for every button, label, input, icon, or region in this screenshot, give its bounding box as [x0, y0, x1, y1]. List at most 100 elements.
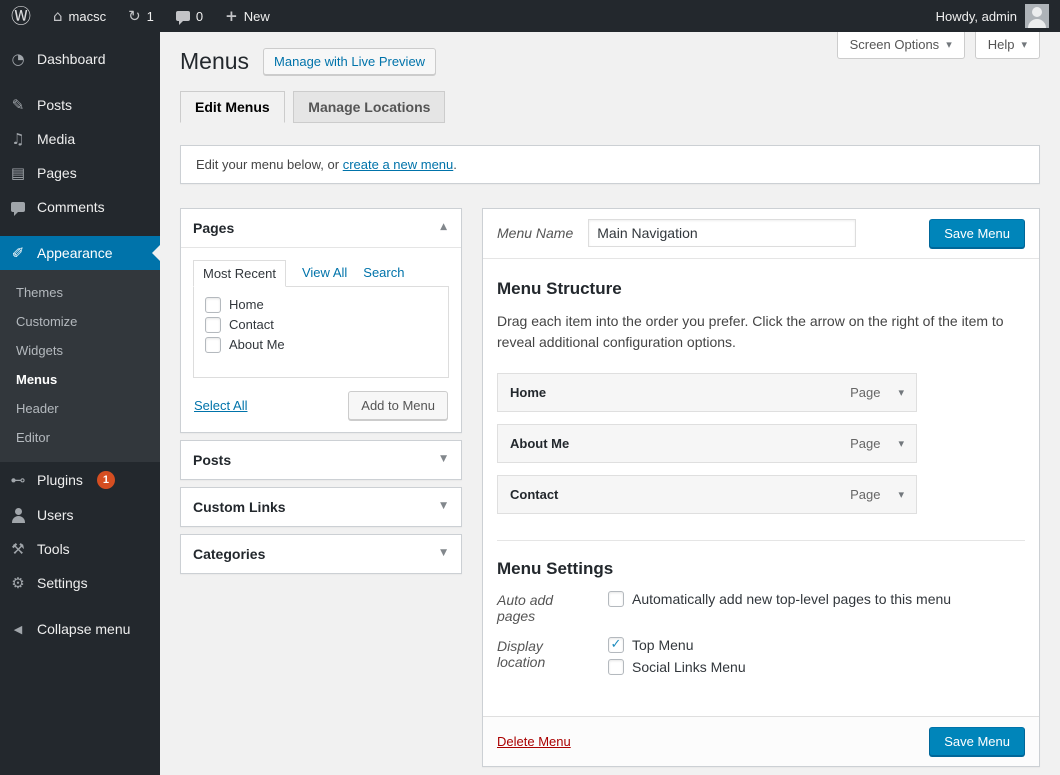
submenu-item-themes[interactable]: Themes [0, 278, 160, 307]
sidebar-separator [0, 600, 160, 612]
sidebar-item-comments[interactable]: Comments [0, 190, 160, 224]
social-links-menu-option-label: Social Links Menu [632, 658, 746, 675]
contact-checkbox[interactable] [205, 316, 221, 333]
chevron-down-icon[interactable]: ▾ [898, 437, 904, 450]
top-menu-option-label: Top Menu [632, 636, 694, 653]
sidebar-item-label: Pages [37, 165, 77, 181]
help-button[interactable]: Help ▾ [974, 32, 1040, 59]
menu-item-row-about-me[interactable]: About Me Page ▾ [497, 423, 917, 463]
select-all-link[interactable]: Select All [194, 398, 247, 413]
sidebar-item-label: Media [37, 131, 76, 147]
updates-menu[interactable]: ↻ 1 [117, 0, 165, 32]
sidebar-item-posts[interactable]: ✎ Posts [0, 88, 160, 122]
pages-checklist: Home Contact About Me [193, 285, 449, 378]
categories-box-header[interactable]: Categories ▼ [181, 535, 461, 573]
avatar [1025, 4, 1049, 28]
delete-menu-link[interactable]: Delete Menu [497, 734, 571, 749]
home-checkbox[interactable] [205, 296, 221, 313]
submenu-item-customize[interactable]: Customize [0, 307, 160, 336]
sidebar-item-collapse-menu[interactable]: ◀ Collapse menu [0, 612, 160, 646]
menu-item-row-home[interactable]: Home Page ▾ [497, 372, 917, 412]
home-icon: ⌂ [53, 6, 63, 25]
comments-menu[interactable]: 0 [165, 0, 214, 32]
screen-options-button[interactable]: Screen Options ▾ [836, 32, 965, 59]
custom-links-box: Custom Links ▼ [180, 486, 462, 527]
posts-box: Posts ▼ [180, 439, 462, 480]
sidebar-item-dashboard[interactable]: ◔ Dashboard [0, 42, 160, 76]
menu-name-input[interactable] [588, 219, 857, 248]
submenu-item-header[interactable]: Header [0, 394, 160, 423]
tab-view-all[interactable]: View All [302, 265, 347, 280]
page-title: Menus [180, 48, 250, 74]
my-account-menu[interactable]: Howdy, admin [925, 0, 1060, 32]
checklist-item-label: Contact [229, 317, 274, 333]
pages-box-header[interactable]: Pages ▲ [181, 209, 461, 248]
sidebar-item-label: Collapse menu [37, 621, 131, 637]
add-to-menu-button[interactable]: Add to Menu [348, 390, 448, 420]
posts-box-header[interactable]: Posts ▼ [181, 441, 461, 479]
triangle-down-icon[interactable]: ▼ [438, 453, 449, 466]
plus-icon: + [225, 6, 238, 25]
tab-search[interactable]: Search [363, 265, 404, 280]
submenu-item-menus[interactable]: Menus [0, 365, 160, 394]
admin-bar-left: Ⓦ ⌂ macsc ↻ 1 0 + New [0, 0, 281, 32]
tab-edit-menus[interactable]: Edit Menus [180, 90, 285, 123]
top-menu-checkbox[interactable]: ✓ [608, 636, 624, 653]
tab-most-recent[interactable]: Most Recent [193, 259, 286, 287]
media-icon: ♫ [11, 129, 25, 148]
sidebar-item-label: Comments [37, 199, 105, 215]
menu-item-title: Home [510, 384, 547, 400]
wordpress-logo-menu[interactable]: Ⓦ [0, 0, 42, 32]
triangle-down-icon[interactable]: ▼ [438, 547, 449, 560]
save-menu-button-top[interactable]: Save Menu [929, 218, 1025, 248]
sidebar-item-plugins[interactable]: ⊷ Plugins 1 [0, 462, 160, 498]
comments-icon [8, 202, 28, 216]
pages-box-body: Most Recent View All Search Home Contact [181, 248, 461, 432]
menu-name-label: Menu Name [497, 225, 574, 242]
social-links-menu-checkbox[interactable] [608, 658, 624, 675]
sidebar-item-tools[interactable]: ⚒ Tools [0, 532, 160, 566]
menu-item-row-contact[interactable]: Contact Page ▾ [497, 474, 917, 514]
menu-settings-section: Menu Settings Auto add pages Automatical… [497, 539, 1025, 675]
submenu-item-widgets[interactable]: Widgets [0, 336, 160, 365]
triangle-down-icon[interactable]: ▼ [438, 500, 449, 513]
display-location-options: ✓ Top Menu Social Links Menu [608, 636, 746, 675]
comments-icon [175, 11, 190, 25]
live-preview-button[interactable]: Manage with Live Preview [263, 48, 437, 76]
sidebar-item-settings[interactable]: ⚙ Settings [0, 566, 160, 600]
sidebar-item-label: Settings [37, 575, 88, 591]
submenu-item-editor[interactable]: Editor [0, 423, 160, 452]
sidebar-item-pages[interactable]: ▤ Pages [0, 156, 160, 190]
comments-count: 0 [195, 8, 204, 24]
submenu-item-label: Widgets [16, 343, 63, 358]
sidebar-item-users[interactable]: Users [0, 498, 160, 532]
comment-bubble-icon [11, 202, 25, 216]
about-me-checkbox[interactable] [205, 336, 221, 353]
tab-manage-locations[interactable]: Manage Locations [293, 90, 446, 123]
submenu-item-label: Themes [16, 285, 63, 300]
display-location-label: Display location [497, 637, 546, 670]
site-name-menu[interactable]: ⌂ macsc [42, 0, 117, 32]
checklist-item-label: About Me [229, 337, 285, 353]
auto-add-pages-checkbox[interactable] [608, 590, 624, 607]
help-label: Help [987, 37, 1015, 52]
sidebar-item-label: Users [37, 507, 74, 523]
chevron-down-icon[interactable]: ▾ [898, 386, 904, 399]
create-new-menu-link[interactable]: create a new menu [343, 157, 454, 172]
new-content-menu[interactable]: + New [214, 0, 281, 32]
sidebar-item-label: Tools [37, 541, 70, 557]
display-location-row: Display location ✓ Top Menu Social Links… [497, 636, 1025, 675]
sidebar-item-media[interactable]: ♫ Media [0, 122, 160, 156]
chevron-down-icon[interactable]: ▾ [898, 488, 904, 501]
sidebar-item-appearance[interactable]: ✐ Appearance [0, 236, 160, 270]
menu-structure-heading: Menu Structure [497, 278, 622, 298]
person-icon [11, 507, 26, 523]
triangle-up-icon[interactable]: ▲ [438, 221, 449, 234]
menu-edit-body: Menu Structure Drag each item into the o… [483, 259, 1039, 716]
save-menu-button-bottom[interactable]: Save Menu [929, 726, 1025, 756]
admin-bar-right: Howdy, admin [925, 0, 1060, 32]
admin-bar: Ⓦ ⌂ macsc ↻ 1 0 + New Howdy, admin [0, 0, 1060, 32]
custom-links-box-header[interactable]: Custom Links ▼ [181, 488, 461, 526]
columns: Pages ▲ Most Recent View All Search Home [180, 207, 1040, 767]
custom-links-box-title: Custom Links [193, 498, 286, 515]
